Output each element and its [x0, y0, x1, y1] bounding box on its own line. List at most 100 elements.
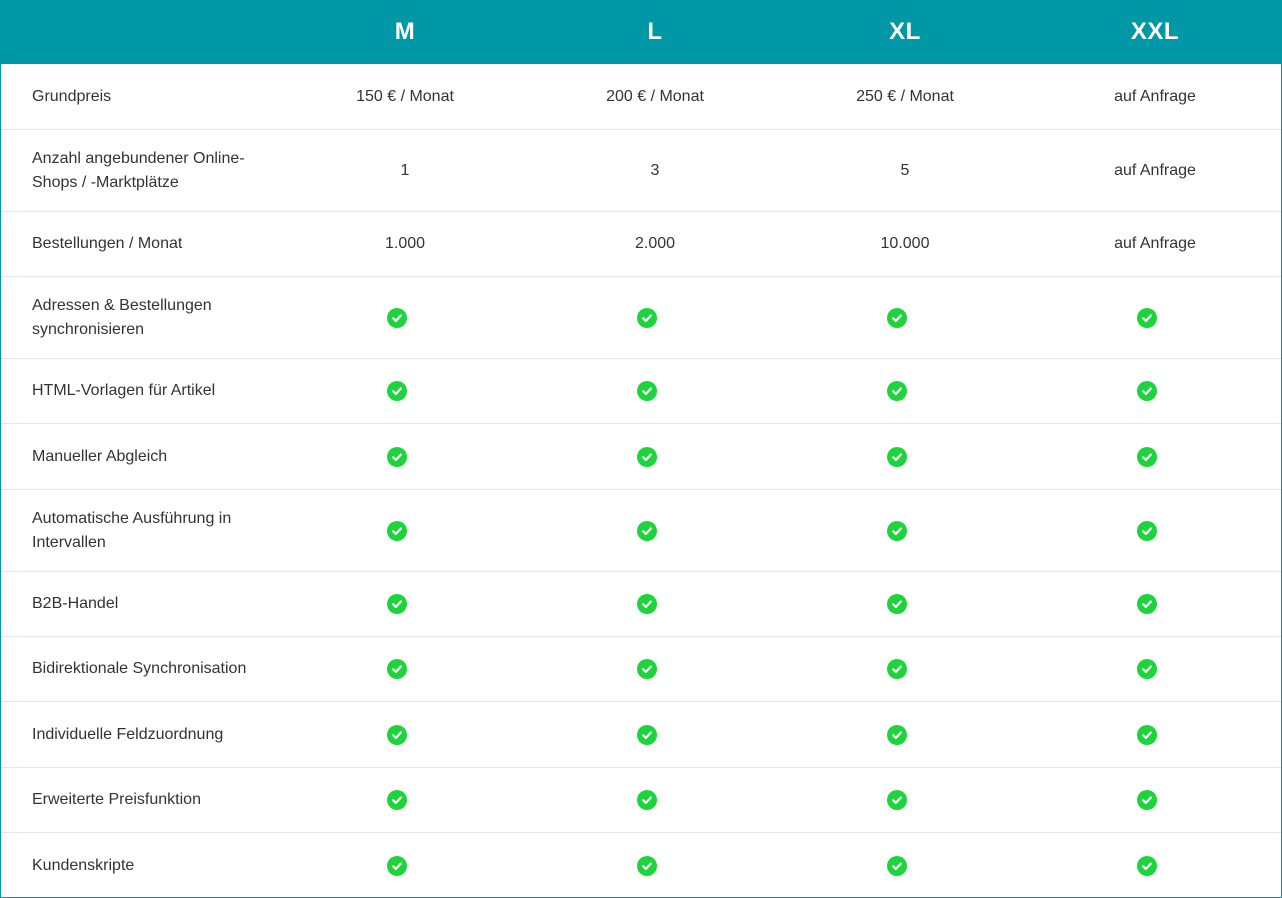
- table-body: Grundpreis 150 € / Monat 200 € / Monat 250 …: [1, 64, 1281, 898]
- check-circle-icon: [637, 381, 657, 401]
- check-circle-icon: [887, 724, 907, 745]
- value-cell: 150 € / Monat: [356, 87, 454, 105]
- check-circle-icon: [1137, 381, 1157, 401]
- check-circle-icon: [887, 659, 907, 679]
- value-cell: auf Anfrage: [1114, 161, 1196, 179]
- table-row: Bidirektionale Synchronisation: [1, 636, 1281, 701]
- check-circle-icon: [387, 446, 407, 467]
- check-circle-icon: [387, 594, 407, 614]
- value-cell: 1.000: [384, 235, 426, 252]
- feature-cell: [530, 594, 780, 614]
- table-row: Erweiterte Preisfunktion: [1, 767, 1281, 832]
- check-circle-icon: [387, 381, 407, 401]
- check-circle-icon: [637, 724, 657, 745]
- table-header: M L XL XXL: [1, 0, 1281, 64]
- value-cell: 3: [650, 161, 660, 179]
- feature-cell: [530, 659, 780, 679]
- check-circle-icon: [387, 790, 407, 810]
- check-circle-icon: [887, 790, 907, 810]
- feature-cell: [780, 724, 1030, 745]
- plan-xxl-header: XXL: [1130, 18, 1180, 45]
- pricing-comparison-table: M L XL XXL Grundpreis 150 € / Monat 200 € …: [0, 0, 1282, 898]
- feature-cell: [1030, 855, 1280, 876]
- feature-cell: [1030, 446, 1280, 467]
- check-circle-icon: [637, 594, 657, 614]
- check-circle-icon: [1137, 790, 1157, 810]
- table-row: HTML-Vorlagen für Artikel: [1, 358, 1281, 423]
- feature-cell: [530, 307, 780, 328]
- feature-cell: [530, 446, 780, 467]
- row-label: Bidirektionale Synchronisation: [32, 660, 247, 677]
- feature-cell: [780, 790, 1030, 810]
- feature-cell: [530, 724, 780, 745]
- feature-cell: [1030, 520, 1280, 541]
- row-label: Bestellungen / Monat: [32, 235, 183, 252]
- table-row: Kundenskripte: [1, 832, 1281, 898]
- check-circle-icon: [637, 307, 657, 328]
- row-label: Anzahl angebundener Online-Shops / -Mark…: [32, 149, 245, 191]
- check-circle-icon: [637, 659, 657, 679]
- plan-xl-header: XL: [889, 18, 921, 45]
- feature-cell: [780, 659, 1030, 679]
- check-circle-icon: [1137, 594, 1157, 614]
- check-circle-icon: [887, 307, 907, 328]
- feature-cell: [780, 855, 1030, 876]
- check-circle-icon: [387, 520, 407, 541]
- check-circle-icon: [637, 446, 657, 467]
- table-row: Manueller Abgleich: [1, 423, 1281, 489]
- check-circle-icon: [637, 790, 657, 810]
- value-cell: 200 € / Monat: [606, 87, 704, 105]
- row-label: Adressen & Bestellungen synchronisieren: [32, 296, 212, 338]
- feature-cell: [280, 659, 530, 679]
- feature-cell: [780, 520, 1030, 541]
- value-cell: auf Anfrage: [1114, 235, 1196, 252]
- table-row: Automatische Ausführung in Intervallen: [1, 489, 1281, 571]
- table-row: Anzahl angebundener Online-Shops / -Mark…: [1, 129, 1281, 211]
- check-circle-icon: [387, 855, 407, 876]
- check-circle-icon: [637, 520, 657, 541]
- feature-cell: [1030, 724, 1280, 745]
- row-label: Manueller Abgleich: [32, 447, 168, 465]
- feature-cell: [280, 381, 530, 401]
- feature-cell: [1030, 307, 1280, 328]
- check-circle-icon: [387, 659, 407, 679]
- row-label: Automatische Ausführung in Intervallen: [32, 509, 232, 551]
- table-row: Bestellungen / Monat 1.000 2.000 10.000 auf …: [1, 211, 1281, 276]
- check-circle-icon: [1137, 659, 1157, 679]
- feature-cell: [280, 520, 530, 541]
- check-circle-icon: [887, 594, 907, 614]
- feature-cell: [1030, 381, 1280, 401]
- check-circle-icon: [887, 520, 907, 541]
- feature-cell: [1030, 659, 1280, 679]
- check-circle-icon: [1137, 307, 1157, 328]
- feature-cell: [530, 381, 780, 401]
- plan-l-header: L: [647, 18, 663, 45]
- row-label: HTML-Vorlagen für Artikel: [32, 382, 216, 399]
- feature-cell: [1030, 790, 1280, 810]
- check-circle-icon: [1137, 446, 1157, 467]
- feature-cell: [280, 307, 530, 328]
- feature-cell: [280, 724, 530, 745]
- feature-cell: [530, 520, 780, 541]
- feature-cell: [280, 855, 530, 876]
- table-row: B2B-Handel: [1, 571, 1281, 636]
- plan-m-header: M: [394, 18, 416, 45]
- check-circle-icon: [887, 855, 907, 876]
- row-label: Erweiterte Preisfunktion: [32, 791, 201, 808]
- row-label: B2B-Handel: [32, 595, 119, 612]
- feature-cell: [280, 594, 530, 614]
- check-circle-icon: [1137, 724, 1157, 745]
- value-cell: 1: [400, 161, 410, 179]
- feature-cell: [780, 594, 1030, 614]
- feature-cell: [280, 790, 530, 810]
- feature-cell: [280, 446, 530, 467]
- feature-cell: [780, 381, 1030, 401]
- table-row: Grundpreis 150 € / Monat 200 € / Monat 250 …: [1, 64, 1281, 129]
- row-label: Kundenskripte: [32, 856, 135, 874]
- feature-cell: [1030, 594, 1280, 614]
- check-circle-icon: [637, 855, 657, 876]
- row-label: Individuelle Feldzuordnung: [32, 725, 224, 743]
- value-cell: auf Anfrage: [1114, 87, 1196, 105]
- check-circle-icon: [887, 446, 907, 467]
- table-row: Individuelle Feldzuordnung: [1, 701, 1281, 767]
